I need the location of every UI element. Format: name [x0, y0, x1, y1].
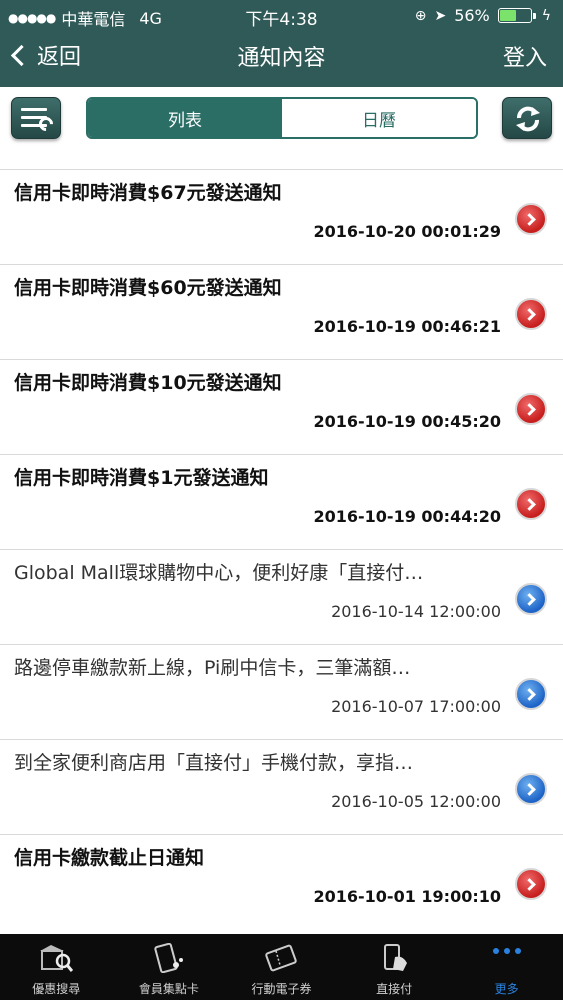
- notification-title: 路邊停車繳款新上線，Pi刷中信卡，三筆滿額…: [14, 657, 411, 679]
- header: ●●●●● 中華電信 4G 下午4:38 ⊕ ➤ 56% ϟ 返回 通知內容 登…: [0, 0, 563, 87]
- tab-label: 直接付: [376, 982, 413, 996]
- back-label: 返回: [37, 45, 82, 70]
- chevron-left-icon: [10, 44, 33, 66]
- tab-e-coupon[interactable]: 行動電子券: [225, 934, 338, 1000]
- red-arrow-icon[interactable]: [515, 393, 547, 425]
- battery-percent: 56%: [454, 6, 490, 25]
- list-item[interactable]: Global Mall環球購物中心，便利好康「直接付… 2016-10-14 1…: [0, 549, 563, 644]
- tab-label: 優惠搜尋: [32, 982, 81, 996]
- more-dots-icon: [492, 948, 521, 954]
- charging-bolt-icon: ϟ: [541, 7, 551, 24]
- blue-arrow-icon[interactable]: [515, 583, 547, 615]
- blue-arrow-icon[interactable]: [515, 678, 547, 710]
- tab-deal-search[interactable]: 優惠搜尋: [0, 934, 113, 1000]
- battery-fill: [499, 10, 516, 21]
- notification-title: 到全家便利商店用「直接付」手機付款，享指…: [14, 752, 414, 774]
- notification-time: 2016-10-01 19:00:10: [313, 887, 501, 906]
- notification-title: 信用卡即時消費$1元發送通知: [14, 467, 269, 489]
- red-arrow-icon[interactable]: [515, 203, 547, 235]
- notification-time: 2016-10-19 00:46:21: [313, 317, 501, 336]
- notification-title: 信用卡即時消費$10元發送通知: [14, 372, 282, 394]
- status-right: ⊕ ➤ 56% ϟ: [415, 6, 551, 25]
- notification-time: 2016-10-19 00:44:20: [313, 507, 501, 526]
- notification-title: 信用卡即時消費$67元發送通知: [14, 182, 282, 204]
- settings-menu-button[interactable]: [11, 97, 61, 139]
- tab-list[interactable]: 列表: [88, 99, 282, 137]
- tab-member-card[interactable]: 會員集點卡: [113, 934, 226, 1000]
- notification-time: 2016-10-14 12:00:00: [331, 602, 501, 621]
- notification-list: 信用卡即時消費$67元發送通知 2016-10-20 00:01:29 信用卡即…: [0, 169, 563, 929]
- refresh-icon: [516, 106, 540, 132]
- tab-direct-pay[interactable]: 直接付: [338, 934, 451, 1000]
- refresh-button[interactable]: [502, 97, 552, 139]
- red-arrow-icon[interactable]: [515, 868, 547, 900]
- tab-label: 行動電子券: [251, 982, 312, 996]
- store-search-icon: [39, 942, 74, 974]
- location-arrow-icon: ➤: [434, 7, 447, 24]
- login-button[interactable]: 登入: [503, 40, 547, 72]
- toolbar: 列表 日曆: [0, 87, 563, 169]
- list-item[interactable]: 信用卡即時消費$1元發送通知 2016-10-19 00:44:20: [0, 454, 563, 549]
- notification-title: 信用卡即時消費$60元發送通知: [14, 277, 282, 299]
- blue-arrow-icon[interactable]: [515, 773, 547, 805]
- notification-time: 2016-10-07 17:00:00: [331, 697, 501, 716]
- rotation-lock-icon: ⊕: [414, 7, 427, 24]
- list-item[interactable]: 路邊停車繳款新上線，Pi刷中信卡，三筆滿額… 2016-10-07 17:00:…: [0, 644, 563, 739]
- list-item[interactable]: 信用卡即時消費$10元發送通知 2016-10-19 00:45:20: [0, 359, 563, 454]
- battery-icon: [497, 8, 536, 23]
- back-button[interactable]: 返回: [10, 39, 82, 71]
- notification-time: 2016-10-20 00:01:29: [313, 222, 501, 241]
- view-segmented-control: 列表 日曆: [86, 97, 478, 139]
- page-title: 通知內容: [237, 46, 326, 71]
- tab-more[interactable]: 更多: [450, 934, 563, 1000]
- nav-bar: 返回 通知內容 登入: [0, 30, 563, 87]
- list-item[interactable]: 信用卡即時消費$67元發送通知 2016-10-20 00:01:29: [0, 169, 563, 264]
- tab-label: 會員集點卡: [138, 982, 199, 996]
- tab-label: 更多: [494, 982, 519, 996]
- status-bar: ●●●●● 中華電信 4G 下午4:38 ⊕ ➤ 56% ϟ: [0, 0, 563, 30]
- red-arrow-icon[interactable]: [515, 298, 547, 330]
- notification-title: 信用卡繳款截止日通知: [14, 847, 205, 869]
- phone-card-icon: [152, 942, 186, 974]
- notification-time: 2016-10-19 00:45:20: [313, 412, 501, 431]
- ticket-icon: [264, 942, 298, 974]
- notification-time: 2016-10-05 12:00:00: [331, 792, 501, 811]
- list-item[interactable]: 信用卡繳款截止日通知 2016-10-01 19:00:10: [0, 834, 563, 929]
- tab-bar: 優惠搜尋 會員集點卡 行動電子券 直接付 更多: [0, 934, 563, 1000]
- list-item[interactable]: 信用卡即時消費$60元發送通知 2016-10-19 00:46:21: [0, 264, 563, 359]
- list-item[interactable]: 到全家便利商店用「直接付」手機付款，享指… 2016-10-05 12:00:0…: [0, 739, 563, 834]
- tab-calendar[interactable]: 日曆: [282, 99, 476, 137]
- red-arrow-icon[interactable]: [515, 488, 547, 520]
- phone-pay-icon: [377, 942, 411, 974]
- notification-title: Global Mall環球購物中心，便利好康「直接付…: [14, 562, 424, 584]
